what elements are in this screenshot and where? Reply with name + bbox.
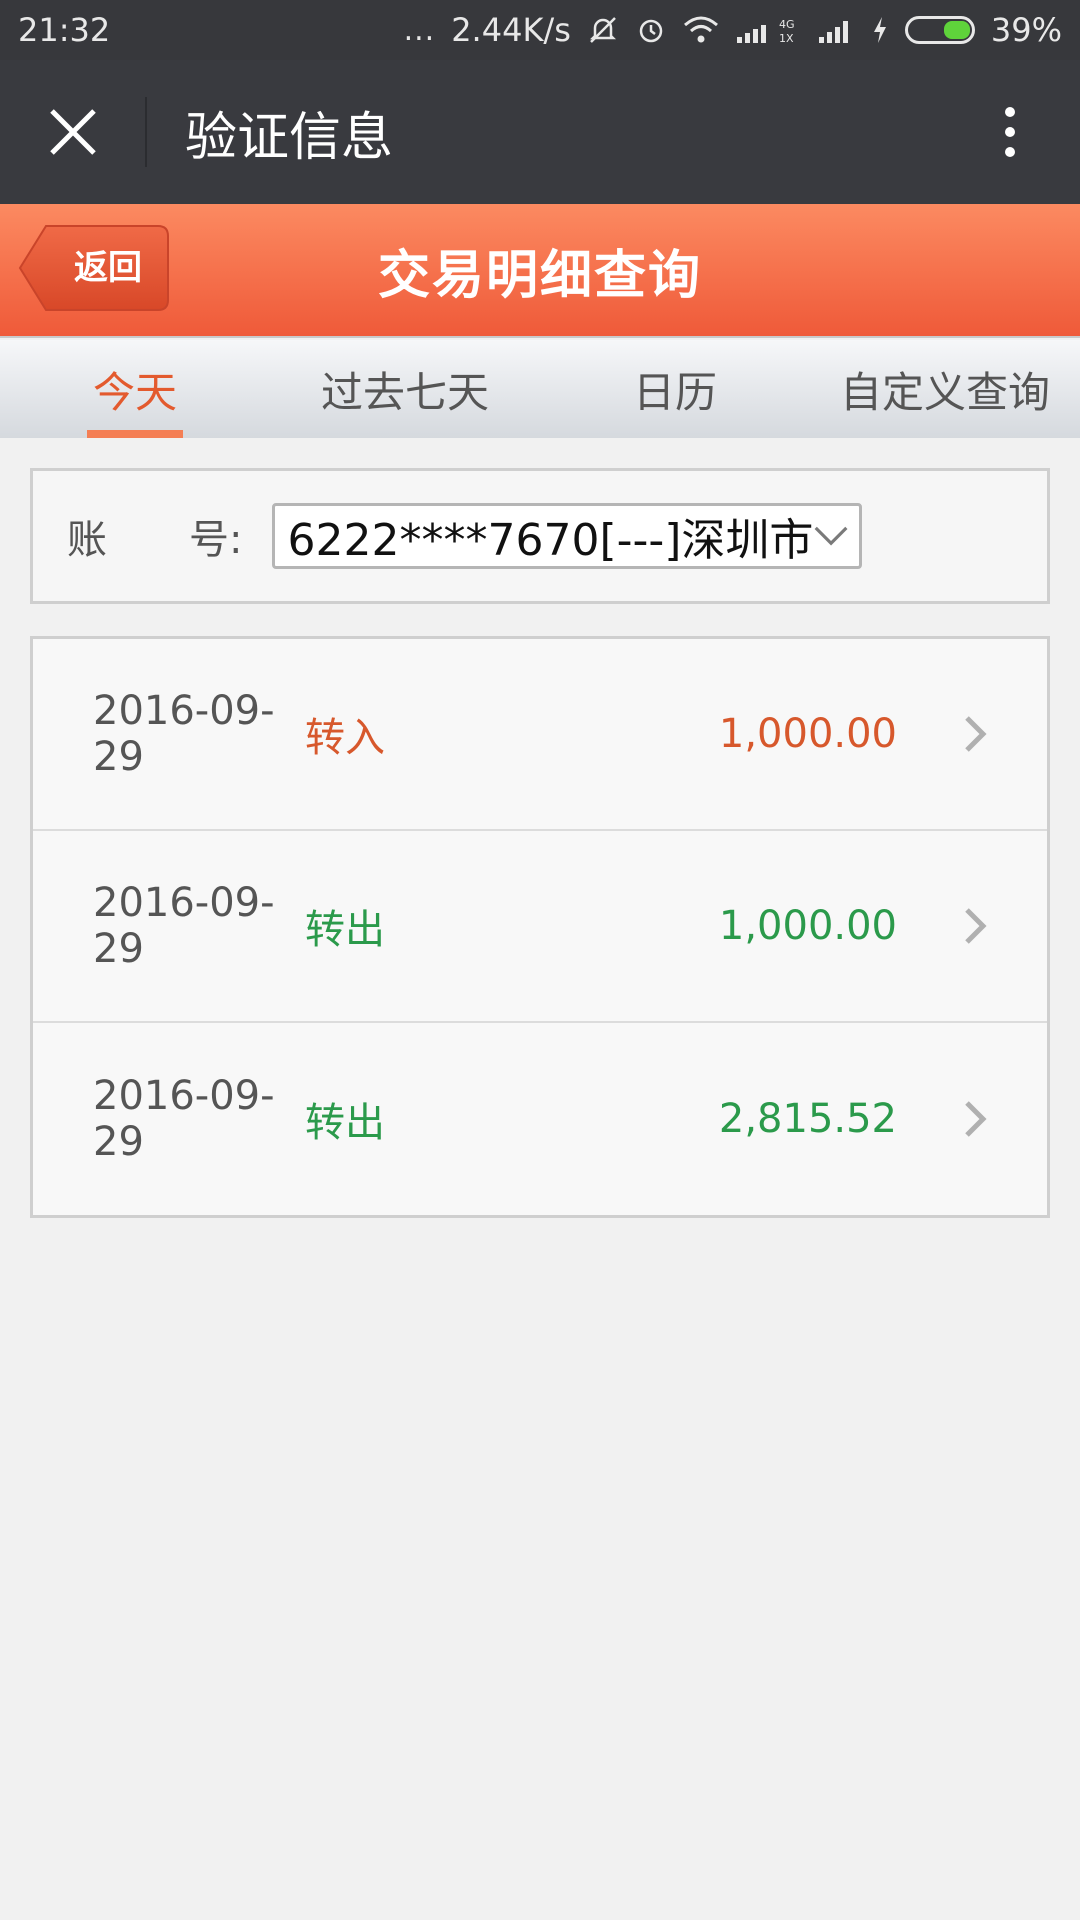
alarm-icon bbox=[635, 14, 667, 46]
close-icon bbox=[49, 109, 96, 155]
wifi-icon bbox=[683, 15, 719, 45]
transaction-type: 转入 bbox=[305, 715, 385, 761]
svg-text:1X: 1X bbox=[779, 32, 794, 45]
network-speed: 2.44K/s bbox=[451, 11, 571, 49]
transaction-type: 转出 bbox=[305, 907, 385, 953]
charging-icon bbox=[871, 15, 889, 45]
app-bar-divider bbox=[145, 97, 147, 167]
signal-icon bbox=[817, 15, 855, 45]
status-bar: 21:32 ... 2.44K/s 4G 1X 39% bbox=[0, 0, 1080, 60]
app-bar: 验证信息 bbox=[0, 60, 1080, 204]
tab-past-seven-days[interactable]: 过去七天 bbox=[270, 340, 540, 438]
battery-icon bbox=[904, 16, 975, 44]
close-button[interactable] bbox=[0, 60, 145, 204]
tab-calendar[interactable]: 日历 bbox=[540, 340, 810, 438]
more-options-button[interactable] bbox=[940, 60, 1080, 204]
chevron-right-icon bbox=[965, 1101, 987, 1137]
transaction-amount: 1,000.00 bbox=[718, 903, 897, 949]
more-dot bbox=[1005, 107, 1015, 117]
back-button-label: 返回 bbox=[74, 248, 142, 288]
svg-text:4G: 4G bbox=[779, 18, 795, 31]
more-dot bbox=[1005, 147, 1015, 157]
transaction-row[interactable]: 2016-09-29 转出 2,815.52 bbox=[33, 1023, 1047, 1215]
chevron-down-icon bbox=[814, 526, 848, 546]
transaction-date: 2016-09-29 bbox=[93, 880, 275, 972]
more-notifications-icon: ... bbox=[403, 12, 436, 48]
transaction-list: 2016-09-29 转入 1,000.00 2016-09-29 转出 1,0… bbox=[30, 636, 1050, 1218]
account-label-part1: 账 bbox=[67, 517, 107, 563]
chevron-right-icon bbox=[965, 716, 987, 752]
signal-4g-icon: 4G 1X bbox=[735, 15, 801, 45]
account-panel: 账 号: 6222****7670[---]深圳市 bbox=[30, 468, 1050, 604]
back-button[interactable]: 返回 bbox=[18, 224, 170, 312]
chevron-right-icon bbox=[965, 908, 987, 944]
account-select[interactable]: 6222****7670[---]深圳市 bbox=[272, 503, 863, 569]
tab-today[interactable]: 今天 bbox=[0, 340, 270, 438]
battery-level: 39% bbox=[990, 11, 1062, 49]
tab-custom-query[interactable]: 自定义查询 bbox=[810, 340, 1080, 438]
page-title: 交易明细查询 bbox=[377, 245, 702, 306]
page-header: 返回 交易明细查询 bbox=[0, 204, 1080, 338]
transaction-type: 转出 bbox=[305, 1100, 385, 1146]
status-icons: ... 2.44K/s 4G 1X 39% bbox=[404, 11, 1062, 49]
transaction-amount: 1,000.00 bbox=[718, 711, 897, 757]
transaction-amount: 2,815.52 bbox=[718, 1096, 897, 1142]
app-title: 验证信息 bbox=[185, 107, 394, 168]
account-label-part2: 号: bbox=[189, 517, 243, 563]
transaction-row[interactable]: 2016-09-29 转出 1,000.00 bbox=[33, 831, 1047, 1023]
transaction-row[interactable]: 2016-09-29 转入 1,000.00 bbox=[33, 639, 1047, 831]
date-filter-tabs: 今天 过去七天 日历 自定义查询 bbox=[0, 340, 1080, 438]
more-dot bbox=[1005, 127, 1015, 137]
transaction-date: 2016-09-29 bbox=[93, 688, 275, 780]
transaction-date: 2016-09-29 bbox=[93, 1073, 275, 1165]
status-time: 21:32 bbox=[18, 11, 111, 49]
mute-bell-icon bbox=[587, 14, 619, 46]
account-select-value: 6222****7670[---]深圳市 bbox=[287, 515, 814, 566]
